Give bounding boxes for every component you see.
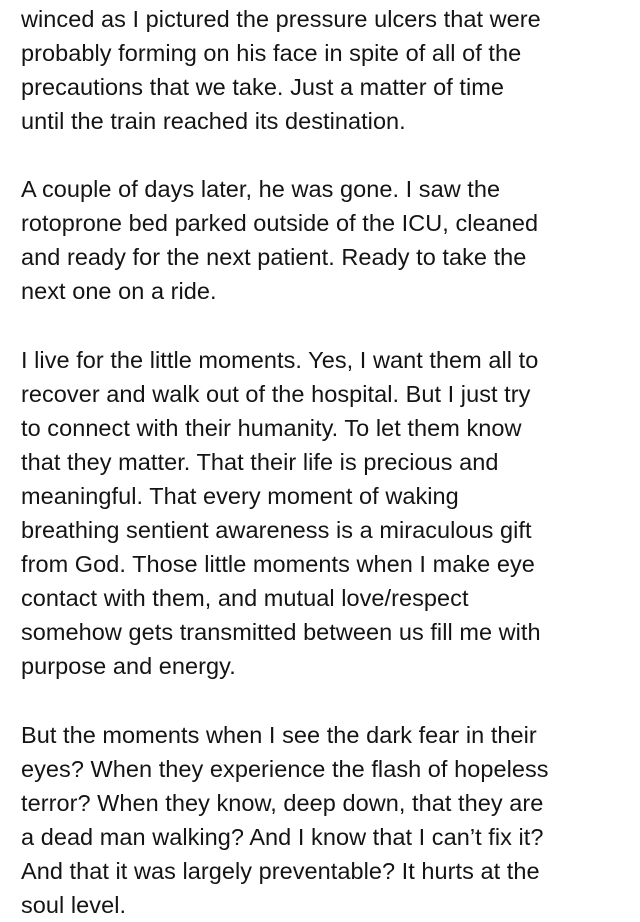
paragraph-2: A couple of days later, he was gone. I s… (21, 172, 631, 308)
text-line: But the moments when I see the dark fear… (21, 722, 537, 748)
paragraph-3: I live for the little moments. Yes, I wa… (21, 343, 631, 683)
text-line: I live for the little moments. Yes, I wa… (21, 347, 539, 373)
text-line: somehow gets transmitted between us fill… (21, 619, 541, 645)
text-line: eyes? When they experience the flash of … (21, 756, 549, 782)
text-line: until the train reached its destination. (21, 108, 406, 134)
text-line: a dead man walking? And I know that I ca… (21, 824, 544, 850)
text-line: meaningful. That every moment of waking (21, 483, 459, 509)
document-page: winced as I pictured the pressure ulcers… (0, 0, 640, 922)
text-line: breathing sentient awareness is a miracu… (21, 517, 532, 543)
text-line: to connect with their humanity. To let t… (21, 415, 522, 441)
text-line: And that it was largely preventable? It … (21, 858, 540, 884)
paragraph-1: winced as I pictured the pressure ulcers… (21, 2, 631, 138)
text-line: purpose and energy. (21, 653, 236, 679)
text-line: and ready for the next patient. Ready to… (21, 244, 527, 270)
text-line: recover and walk out of the hospital. Bu… (21, 381, 531, 407)
text-line: next one on a ride. (21, 278, 217, 304)
text-line: terror? When they know, deep down, that … (21, 790, 544, 816)
text-line: probably forming on his face in spite of… (21, 40, 522, 66)
text-line: winced as I pictured the pressure ulcers… (21, 6, 541, 32)
text-line: precautions that we take. Just a matter … (21, 74, 505, 100)
paragraph-4: But the moments when I see the dark fear… (21, 718, 631, 922)
text-line: from God. Those little moments when I ma… (21, 551, 535, 577)
text-line: A couple of days later, he was gone. I s… (21, 176, 501, 202)
text-line: soul level. (21, 892, 127, 918)
text-line: that they matter. That their life is pre… (21, 449, 499, 475)
text-line: contact with them, and mutual love/respe… (21, 585, 469, 611)
text-line: rotoprone bed parked outside of the ICU,… (21, 210, 539, 236)
